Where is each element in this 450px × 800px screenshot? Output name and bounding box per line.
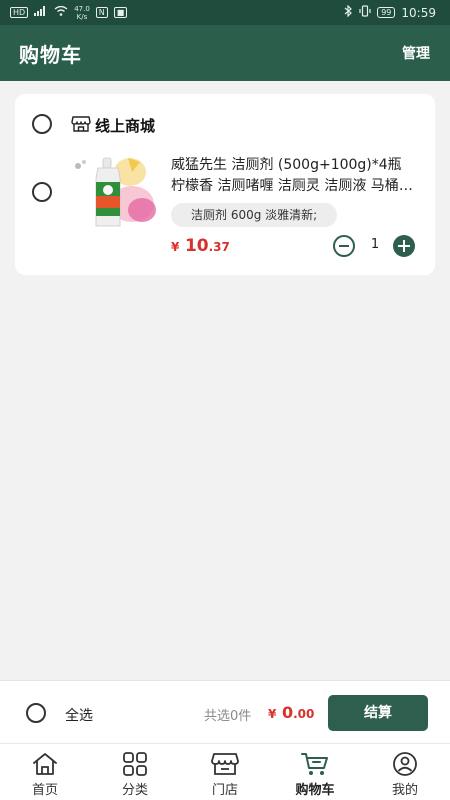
- product-image[interactable]: [70, 152, 158, 232]
- category-grid-icon: [123, 752, 147, 776]
- price-integer: 10: [184, 236, 209, 256]
- app-header: 购物车 管理: [0, 25, 450, 81]
- tab-category[interactable]: 分类: [90, 744, 180, 800]
- profile-icon: [393, 752, 417, 776]
- cart-store-card: 线上商城 威猛先生 洁厕剂 (500g+100g)*4瓶 柠檬香 洁厕啫喱 洁厕…: [15, 94, 435, 275]
- quantity-stepper: 1: [333, 235, 417, 257]
- vibrate-icon: [359, 5, 371, 20]
- price-currency: ¥: [171, 240, 180, 254]
- store-row: 线上商城: [15, 94, 435, 156]
- selected-count: 共选0件: [204, 709, 252, 724]
- total-decimal: .00: [293, 707, 315, 721]
- tab-label: 分类: [121, 783, 148, 798]
- tab-store[interactable]: 门店: [180, 744, 270, 800]
- total-integer: 0: [281, 703, 294, 722]
- select-all-radio[interactable]: [26, 703, 46, 723]
- item-select-radio[interactable]: [32, 182, 52, 202]
- checkout-bar: 全选 共选0件 ¥ 0.00 结算: [0, 680, 450, 743]
- status-bar: HD 47.0 K/s N ■ 99 10:59: [0, 0, 450, 25]
- price-decimal: .37: [208, 240, 230, 254]
- nfc-icon: N: [95, 7, 108, 18]
- page-title: 购物车: [19, 42, 82, 67]
- clock: 10:59: [401, 5, 436, 20]
- bottom-tab-bar: 首页 分类 门店 购物车 我的: [0, 743, 450, 800]
- tab-home[interactable]: 首页: [0, 744, 90, 800]
- bluetooth-icon: [344, 4, 353, 20]
- select-all-label[interactable]: 全选: [65, 705, 93, 725]
- notification-icon: ■: [113, 7, 128, 18]
- tab-cart[interactable]: 购物车: [270, 744, 360, 800]
- signal-icon: [34, 6, 48, 19]
- decrease-quantity-button[interactable]: [333, 235, 355, 257]
- store-icon: [71, 115, 91, 133]
- hd-icon: HD: [10, 7, 29, 18]
- home-icon: [33, 753, 57, 775]
- manage-button[interactable]: 管理: [402, 43, 430, 63]
- product-spec-tag[interactable]: 洁厕剂 600g 淡雅清新;: [171, 203, 338, 227]
- total-price: ¥ 0.00: [268, 703, 314, 722]
- wifi-icon: [54, 5, 68, 19]
- battery-icon: 99: [377, 7, 396, 18]
- checkout-button[interactable]: 结算: [328, 695, 428, 731]
- tab-profile[interactable]: 我的: [360, 744, 450, 800]
- quantity-value[interactable]: 1: [369, 237, 381, 252]
- increase-quantity-button[interactable]: [393, 235, 415, 257]
- total-currency: ¥: [268, 707, 277, 721]
- tab-label: 门店: [211, 783, 238, 798]
- cart-icon: [301, 753, 328, 775]
- tab-label: 我的: [391, 783, 418, 798]
- product-title[interactable]: 威猛先生 洁厕剂 (500g+100g)*4瓶 柠檬香 洁厕啫喱 洁厕灵 洁厕液…: [171, 155, 419, 197]
- tab-label: 首页: [31, 783, 58, 798]
- network-speed: 47.0 K/s: [74, 4, 90, 21]
- product-price: ¥ 10.37: [171, 236, 230, 256]
- store-name[interactable]: 线上商城: [95, 115, 155, 136]
- tab-label: 购物车: [295, 783, 335, 798]
- store-icon: [211, 753, 239, 775]
- store-select-radio[interactable]: [32, 114, 52, 134]
